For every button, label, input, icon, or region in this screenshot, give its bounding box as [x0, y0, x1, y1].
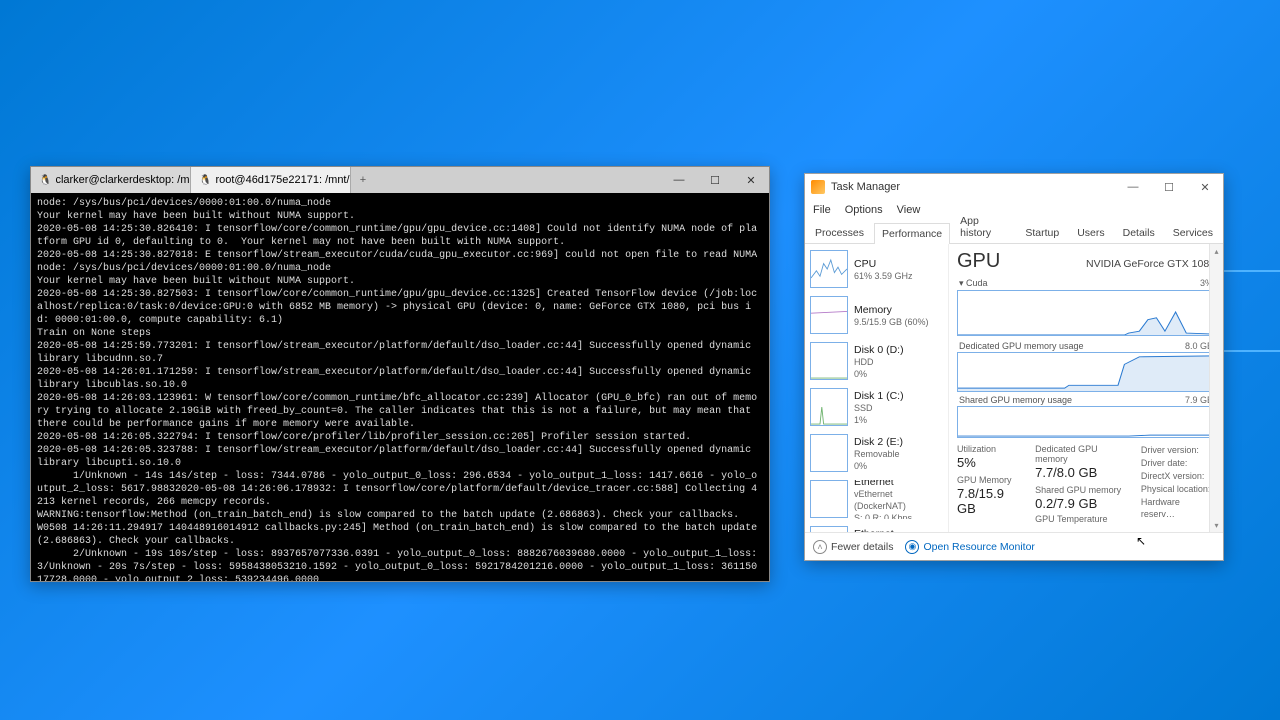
terminal-window: 🐧 clarker@clarkerdesktop: /mnt/c… ✕ 🐧 ro…	[30, 166, 770, 582]
window-title: Task Manager	[831, 181, 900, 193]
tux-icon: 🐧	[39, 175, 51, 186]
titlebar[interactable]: Task Manager — ☐ ✕	[805, 174, 1223, 200]
gpu-shared-memory: 0.2/7.9 GB	[1035, 496, 1131, 511]
sidebar-item-label: CPU	[854, 258, 913, 270]
minimize-button[interactable]: —	[1115, 174, 1151, 200]
scroll-up-icon[interactable]: ▴	[1210, 244, 1223, 258]
sidebar-item-disk1[interactable]: Disk 1 (C:)SSD1%	[807, 385, 946, 430]
gpu-dedicated-memory: 7.7/8.0 GB	[1035, 465, 1131, 480]
terminal-tabbar: 🐧 clarker@clarkerdesktop: /mnt/c… ✕ 🐧 ro…	[31, 167, 769, 193]
tab-processes[interactable]: Processes	[807, 222, 872, 243]
sidebar-item-ethernet1[interactable]: EthernetEthernetS: 344 R: 0 Kbps	[807, 523, 946, 532]
gpu-cuda-chart[interactable]	[957, 290, 1215, 336]
terminal-output[interactable]: node: /sys/bus/pci/devices/0000:01:00.0/…	[31, 193, 769, 581]
terminal-tab-label: clarker@clarkerdesktop: /mnt/c…	[55, 174, 191, 186]
task-manager-window: Task Manager — ☐ ✕ File Options View Pro…	[804, 173, 1224, 561]
cursor-icon: ↖	[1136, 534, 1146, 548]
sidebar-item-memory[interactable]: Memory9.5/15.9 GB (60%)	[807, 293, 946, 338]
terminal-tab-label: root@46d175e22171: /mnt/c/U…	[215, 174, 351, 186]
monitor-icon: ◉	[905, 540, 919, 554]
gpu-dedicated-mem-chart[interactable]	[957, 352, 1215, 392]
gpu-utilization: 5%	[957, 455, 1025, 470]
open-resource-monitor-link[interactable]: ◉ Open Resource Monitor	[905, 540, 1034, 554]
tab-performance[interactable]: Performance	[874, 223, 950, 244]
tab-users[interactable]: Users	[1069, 222, 1112, 243]
terminal-tab-1[interactable]: 🐧 root@46d175e22171: /mnt/c/U… ✕	[191, 167, 351, 193]
gpu-shared-mem-chart[interactable]	[957, 406, 1215, 438]
tab-app-history[interactable]: App history	[952, 210, 1015, 243]
close-button[interactable]: ✕	[733, 167, 769, 193]
chevron-up-icon: ˄	[813, 540, 827, 554]
new-tab-button[interactable]: +	[351, 167, 375, 193]
tab-startup[interactable]: Startup	[1017, 222, 1067, 243]
tabbar: Processes Performance App history Startu…	[805, 220, 1223, 244]
gpu-heading: GPU	[957, 250, 1000, 273]
tab-services[interactable]: Services	[1165, 222, 1221, 243]
close-button[interactable]: ✕	[1187, 174, 1223, 200]
gpu-memory: 7.8/15.9 GB	[957, 486, 1025, 516]
scroll-down-icon[interactable]: ▾	[1210, 518, 1223, 532]
menu-file[interactable]: File	[813, 204, 831, 216]
perf-sidebar: CPU61% 3.59 GHz Memory9.5/15.9 GB (60%) …	[805, 244, 949, 532]
gpu-device-name: NVIDIA GeForce GTX 1080	[1086, 258, 1215, 270]
sidebar-item-disk2[interactable]: Disk 2 (E:)Removable0%	[807, 431, 946, 476]
tab-details[interactable]: Details	[1115, 222, 1163, 243]
task-manager-footer: ˄ Fewer details ◉ Open Resource Monitor	[805, 532, 1223, 560]
menu-options[interactable]: Options	[845, 204, 883, 216]
menu-view[interactable]: View	[897, 204, 921, 216]
perf-main: GPU NVIDIA GeForce GTX 1080 ▾ Cuda3% Ded…	[949, 244, 1223, 532]
minimize-button[interactable]: —	[661, 167, 697, 193]
scrollbar[interactable]: ▴ ▾	[1209, 244, 1223, 532]
task-manager-icon	[811, 180, 825, 194]
sidebar-item-ethernet0[interactable]: EthernetvEthernet (DockerNAT)S: 0 R: 0 K…	[807, 477, 946, 522]
sidebar-item-disk0[interactable]: Disk 0 (D:)HDD0%	[807, 339, 946, 384]
tux-icon: 🐧	[199, 175, 211, 186]
gpu-driver-info: Driver version: Driver date: DirectX ver…	[1141, 444, 1215, 524]
sidebar-item-cpu[interactable]: CPU61% 3.59 GHz	[807, 247, 946, 292]
maximize-button[interactable]: ☐	[697, 167, 733, 193]
maximize-button[interactable]: ☐	[1151, 174, 1187, 200]
fewer-details-button[interactable]: ˄ Fewer details	[813, 540, 893, 554]
terminal-tab-0[interactable]: 🐧 clarker@clarkerdesktop: /mnt/c… ✕	[31, 167, 191, 193]
